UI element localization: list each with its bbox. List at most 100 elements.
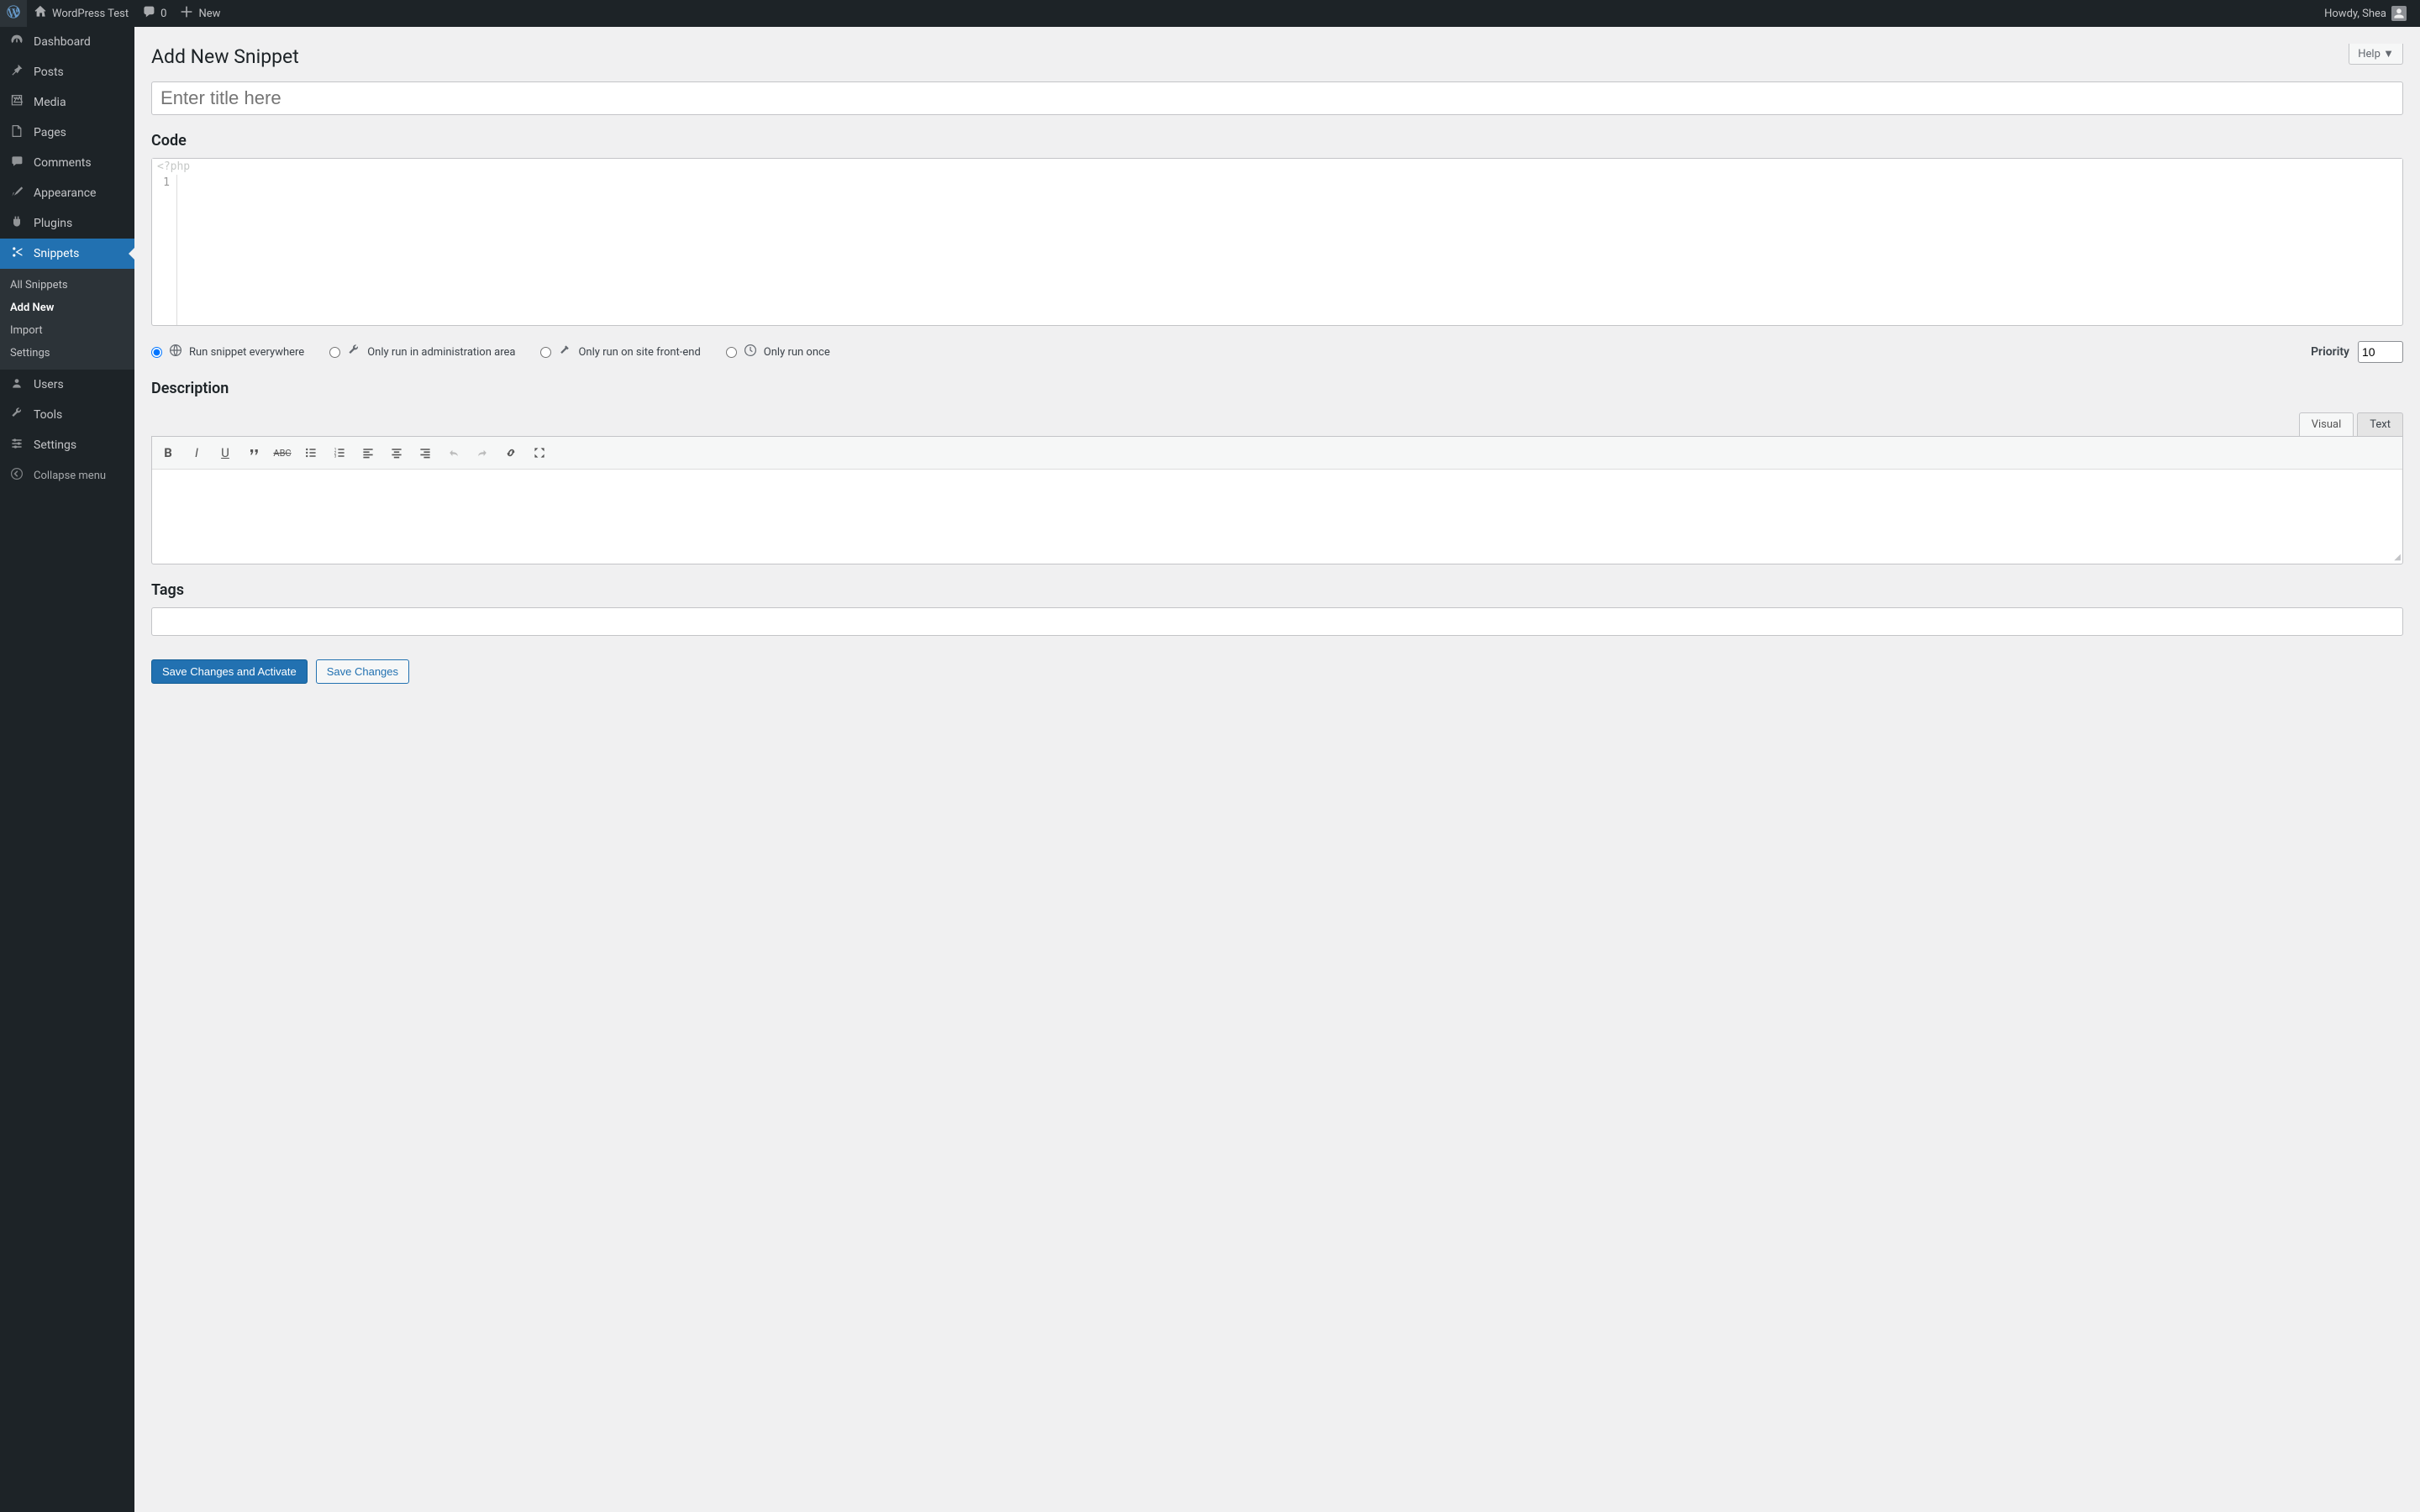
- brush-icon: [8, 185, 25, 202]
- collapse-label: Collapse menu: [34, 470, 106, 482]
- code-line-number: 1: [152, 175, 177, 325]
- code-editor[interactable]: <?php 1: [151, 158, 2403, 326]
- new-content-menu[interactable]: New: [173, 0, 227, 27]
- collapse-menu-button[interactable]: Collapse menu: [0, 460, 134, 491]
- link-button[interactable]: [497, 438, 525, 467]
- bullet-list-button[interactable]: [297, 438, 325, 467]
- numbered-list-button[interactable]: 123: [325, 438, 354, 467]
- subitem-all-snippets[interactable]: All Snippets: [0, 274, 134, 297]
- sidebar-item-comments[interactable]: Comments: [0, 148, 134, 178]
- sidebar-label: Tools: [34, 408, 62, 422]
- scope-everywhere[interactable]: Run snippet everywhere: [151, 344, 304, 361]
- account-menu[interactable]: Howdy, Shea: [2317, 0, 2413, 27]
- italic-button[interactable]: I: [182, 438, 211, 467]
- align-center-button[interactable]: [382, 438, 411, 467]
- new-label: New: [198, 8, 220, 20]
- page-icon: [8, 124, 25, 141]
- rte-toolbar: B I U ABC 123: [152, 437, 2402, 470]
- comments-count: 0: [160, 8, 166, 20]
- sidebar-label: Snippets: [34, 247, 79, 260]
- collapse-icon: [8, 467, 25, 484]
- underline-button[interactable]: U: [211, 438, 239, 467]
- save-activate-button[interactable]: Save Changes and Activate: [151, 659, 308, 684]
- page-title: Add New Snippet: [151, 45, 299, 68]
- scope-label: Run snippet everywhere: [189, 346, 304, 359]
- scope-label: Only run on site front-end: [578, 346, 700, 359]
- greeting-label: Howdy, Shea: [2324, 8, 2386, 20]
- site-name-label: WordPress Test: [52, 8, 129, 20]
- sidebar-item-appearance[interactable]: Appearance: [0, 178, 134, 208]
- sidebar-item-users[interactable]: Users: [0, 370, 134, 400]
- resize-handle-icon[interactable]: ◢: [2394, 553, 2401, 562]
- home-icon: [34, 5, 47, 22]
- visual-tab[interactable]: Visual: [2299, 412, 2354, 436]
- admin-sidebar: Dashboard Posts Media Pages Comments App…: [0, 27, 134, 1512]
- scope-label: Only run in administration area: [367, 346, 515, 359]
- admin-bar: WordPress Test 0 New Howdy, Shea: [0, 0, 2420, 27]
- text-tab[interactable]: Text: [2357, 412, 2403, 436]
- scope-label: Only run once: [764, 346, 830, 359]
- subitem-add-new[interactable]: Add New: [0, 297, 134, 319]
- scope-frontend[interactable]: Only run on site front-end: [540, 344, 700, 361]
- strikethrough-button[interactable]: ABC: [268, 438, 297, 467]
- tags-input[interactable]: [151, 607, 2403, 636]
- pin-icon: [8, 64, 25, 81]
- scope-radio[interactable]: [540, 347, 551, 358]
- wordpress-icon: [7, 5, 20, 22]
- sidebar-item-tools[interactable]: Tools: [0, 400, 134, 430]
- redo-button[interactable]: [468, 438, 497, 467]
- sidebar-item-plugins[interactable]: Plugins: [0, 208, 134, 239]
- sidebar-label: Plugins: [34, 217, 72, 230]
- tags-heading: Tags: [151, 581, 2403, 599]
- main-content: Add New Snippet Help ▼ Code <?php 1 Run …: [134, 27, 2420, 717]
- scope-radio[interactable]: [726, 347, 737, 358]
- comments-icon: [8, 155, 25, 171]
- globe-icon: [169, 344, 182, 361]
- comments-menu[interactable]: 0: [135, 0, 173, 27]
- user-avatar-icon: [2391, 6, 2407, 21]
- snippet-title-input[interactable]: [151, 81, 2403, 115]
- scissors-icon: [8, 245, 25, 262]
- sidebar-item-snippets[interactable]: Snippets: [0, 239, 134, 269]
- hammer-icon: [558, 344, 571, 361]
- comment-icon: [142, 5, 155, 22]
- media-icon: [8, 94, 25, 111]
- code-textarea[interactable]: [177, 175, 2402, 325]
- fullscreen-button[interactable]: [525, 438, 554, 467]
- scope-radio[interactable]: [329, 347, 340, 358]
- wp-logo-menu[interactable]: [0, 0, 27, 27]
- svg-text:3: 3: [334, 454, 337, 459]
- align-left-button[interactable]: [354, 438, 382, 467]
- subitem-import[interactable]: Import: [0, 319, 134, 342]
- description-editor: B I U ABC 123 ◢: [151, 436, 2403, 564]
- site-name-menu[interactable]: WordPress Test: [27, 0, 135, 27]
- scope-radio[interactable]: [151, 347, 162, 358]
- priority-input[interactable]: [2358, 341, 2403, 363]
- help-toggle[interactable]: Help ▼: [2349, 44, 2403, 65]
- snippets-submenu: All Snippets Add New Import Settings: [0, 269, 134, 370]
- users-icon: [8, 376, 25, 393]
- plus-icon: [180, 5, 193, 22]
- scope-once[interactable]: Only run once: [726, 344, 830, 361]
- sliders-icon: [8, 437, 25, 454]
- dashboard-icon: [8, 34, 25, 50]
- code-hint: <?php: [152, 159, 2402, 175]
- subitem-settings[interactable]: Settings: [0, 342, 134, 365]
- sidebar-label: Settings: [34, 438, 76, 452]
- save-button[interactable]: Save Changes: [316, 659, 409, 684]
- bold-button[interactable]: B: [154, 438, 182, 467]
- undo-button[interactable]: [439, 438, 468, 467]
- sidebar-item-pages[interactable]: Pages: [0, 118, 134, 148]
- plugin-icon: [8, 215, 25, 232]
- description-heading: Description: [151, 380, 2403, 397]
- description-textarea[interactable]: ◢: [152, 470, 2402, 564]
- sidebar-label: Posts: [34, 66, 64, 79]
- sidebar-item-media[interactable]: Media: [0, 87, 134, 118]
- scope-admin[interactable]: Only run in administration area: [329, 344, 515, 361]
- sidebar-item-dashboard[interactable]: Dashboard: [0, 27, 134, 57]
- sidebar-item-settings[interactable]: Settings: [0, 430, 134, 460]
- wrench-icon: [347, 344, 360, 361]
- blockquote-button[interactable]: [239, 438, 268, 467]
- align-right-button[interactable]: [411, 438, 439, 467]
- sidebar-item-posts[interactable]: Posts: [0, 57, 134, 87]
